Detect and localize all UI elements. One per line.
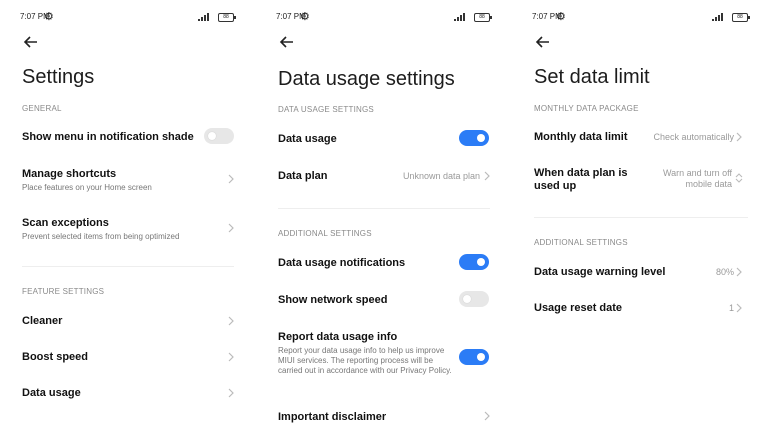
divider [22, 266, 234, 267]
show-network-speed-toggle[interactable] [459, 291, 489, 307]
toggle-knob [477, 353, 485, 361]
settings-gear-status-icon: ⚙ [300, 11, 310, 23]
status-bar: 7:07 PM ⚙ 88 [276, 10, 496, 26]
settings-gear-status-icon: ⚙ [556, 11, 566, 23]
data-usage-warning-level-label[interactable]: Data usage warning level [534, 266, 665, 278]
page-title: Settings [22, 66, 95, 88]
signal-icon [712, 13, 723, 21]
back-arrow-icon[interactable] [534, 33, 552, 51]
data-usage-settings-screen: 7:07 PM ⚙ 88 Data usage settings DATA US… [256, 0, 510, 432]
data-plan-label[interactable]: Data plan [278, 170, 328, 182]
signal-icon [454, 13, 465, 21]
chevron-right-icon [736, 132, 742, 142]
boost-speed-label[interactable]: Boost speed [22, 351, 88, 363]
chevron-up-down-icon [735, 173, 743, 183]
data-usage-toggle[interactable] [459, 130, 489, 146]
important-disclaimer-label[interactable]: Important disclaimer [278, 411, 386, 423]
section-data-usage-settings: DATA USAGE SETTINGS [278, 105, 374, 114]
settings-screen: 7:07 PM ⚙ 88 Settings GENERAL Show menu … [0, 0, 254, 432]
when-data-plan-used-up-label[interactable]: When data plan is used up [534, 167, 634, 193]
back-arrow-icon[interactable] [278, 33, 296, 51]
manage-shortcuts-label[interactable]: Manage shortcuts [22, 168, 116, 180]
section-additional-settings: ADDITIONAL SETTINGS [278, 229, 372, 238]
chevron-right-icon [228, 223, 234, 233]
toggle-knob [463, 295, 471, 303]
when-data-plan-used-up-value: Warn and turn off mobile data [662, 168, 732, 189]
toggle-knob [477, 134, 485, 142]
monthly-data-limit-value: Check automatically [653, 132, 734, 142]
page-title: Set data limit [534, 66, 650, 88]
scan-exceptions-subtitle: Prevent selected items from being optimi… [22, 232, 180, 241]
show-menu-toggle[interactable] [204, 128, 234, 144]
show-network-speed-label: Show network speed [278, 294, 388, 306]
data-usage-notifications-toggle[interactable] [459, 254, 489, 270]
manage-shortcuts-subtitle: Place features on your Home screen [22, 183, 152, 192]
battery-icon: 88 [218, 13, 236, 22]
chevron-right-icon [228, 174, 234, 184]
chevron-right-icon [736, 303, 742, 313]
monthly-data-limit-label[interactable]: Monthly data limit [534, 131, 628, 143]
report-data-usage-toggle[interactable] [459, 349, 489, 365]
data-usage-label: Data usage [278, 133, 337, 145]
data-plan-value: Unknown data plan [402, 171, 480, 181]
cleaner-label[interactable]: Cleaner [22, 315, 62, 327]
signal-icon [198, 13, 209, 21]
settings-gear-status-icon: ⚙ [44, 11, 54, 23]
report-data-usage-subtitle: Report your data usage info to help us i… [278, 346, 452, 375]
divider [278, 208, 490, 209]
usage-reset-date-label[interactable]: Usage reset date [534, 302, 622, 314]
data-usage-warning-level-value: 80% [715, 267, 734, 277]
data-usage-label[interactable]: Data usage [22, 387, 81, 399]
section-monthly-data-package: MONTHLY DATA PACKAGE [534, 104, 639, 113]
show-menu-label: Show menu in notification shade [22, 131, 194, 143]
section-additional-settings: ADDITIONAL SETTINGS [534, 238, 628, 247]
status-bar: 7:07 PM ⚙ 88 [20, 10, 240, 26]
chevron-right-icon [228, 388, 234, 398]
chevron-right-icon [736, 267, 742, 277]
chevron-right-icon [228, 352, 234, 362]
chevron-right-icon [484, 411, 490, 421]
section-feature-settings: FEATURE SETTINGS [22, 287, 105, 296]
status-bar: 7:07 PM ⚙ 88 [532, 10, 754, 26]
chevron-right-icon [228, 316, 234, 326]
data-usage-notifications-label: Data usage notifications [278, 257, 406, 269]
chevron-right-icon [484, 171, 490, 181]
set-data-limit-screen: 7:07 PM ⚙ 88 Set data limit MONTHLY DATA… [512, 0, 768, 432]
battery-icon: 88 [474, 13, 492, 22]
scan-exceptions-label[interactable]: Scan exceptions [22, 217, 109, 229]
page-title: Data usage settings [278, 68, 455, 90]
section-general: GENERAL [22, 104, 62, 113]
toggle-knob [477, 258, 485, 266]
toggle-knob [208, 132, 216, 140]
divider [534, 217, 748, 218]
back-arrow-icon[interactable] [22, 33, 40, 51]
report-data-usage-label: Report data usage info [278, 331, 398, 343]
battery-icon: 88 [732, 13, 750, 22]
